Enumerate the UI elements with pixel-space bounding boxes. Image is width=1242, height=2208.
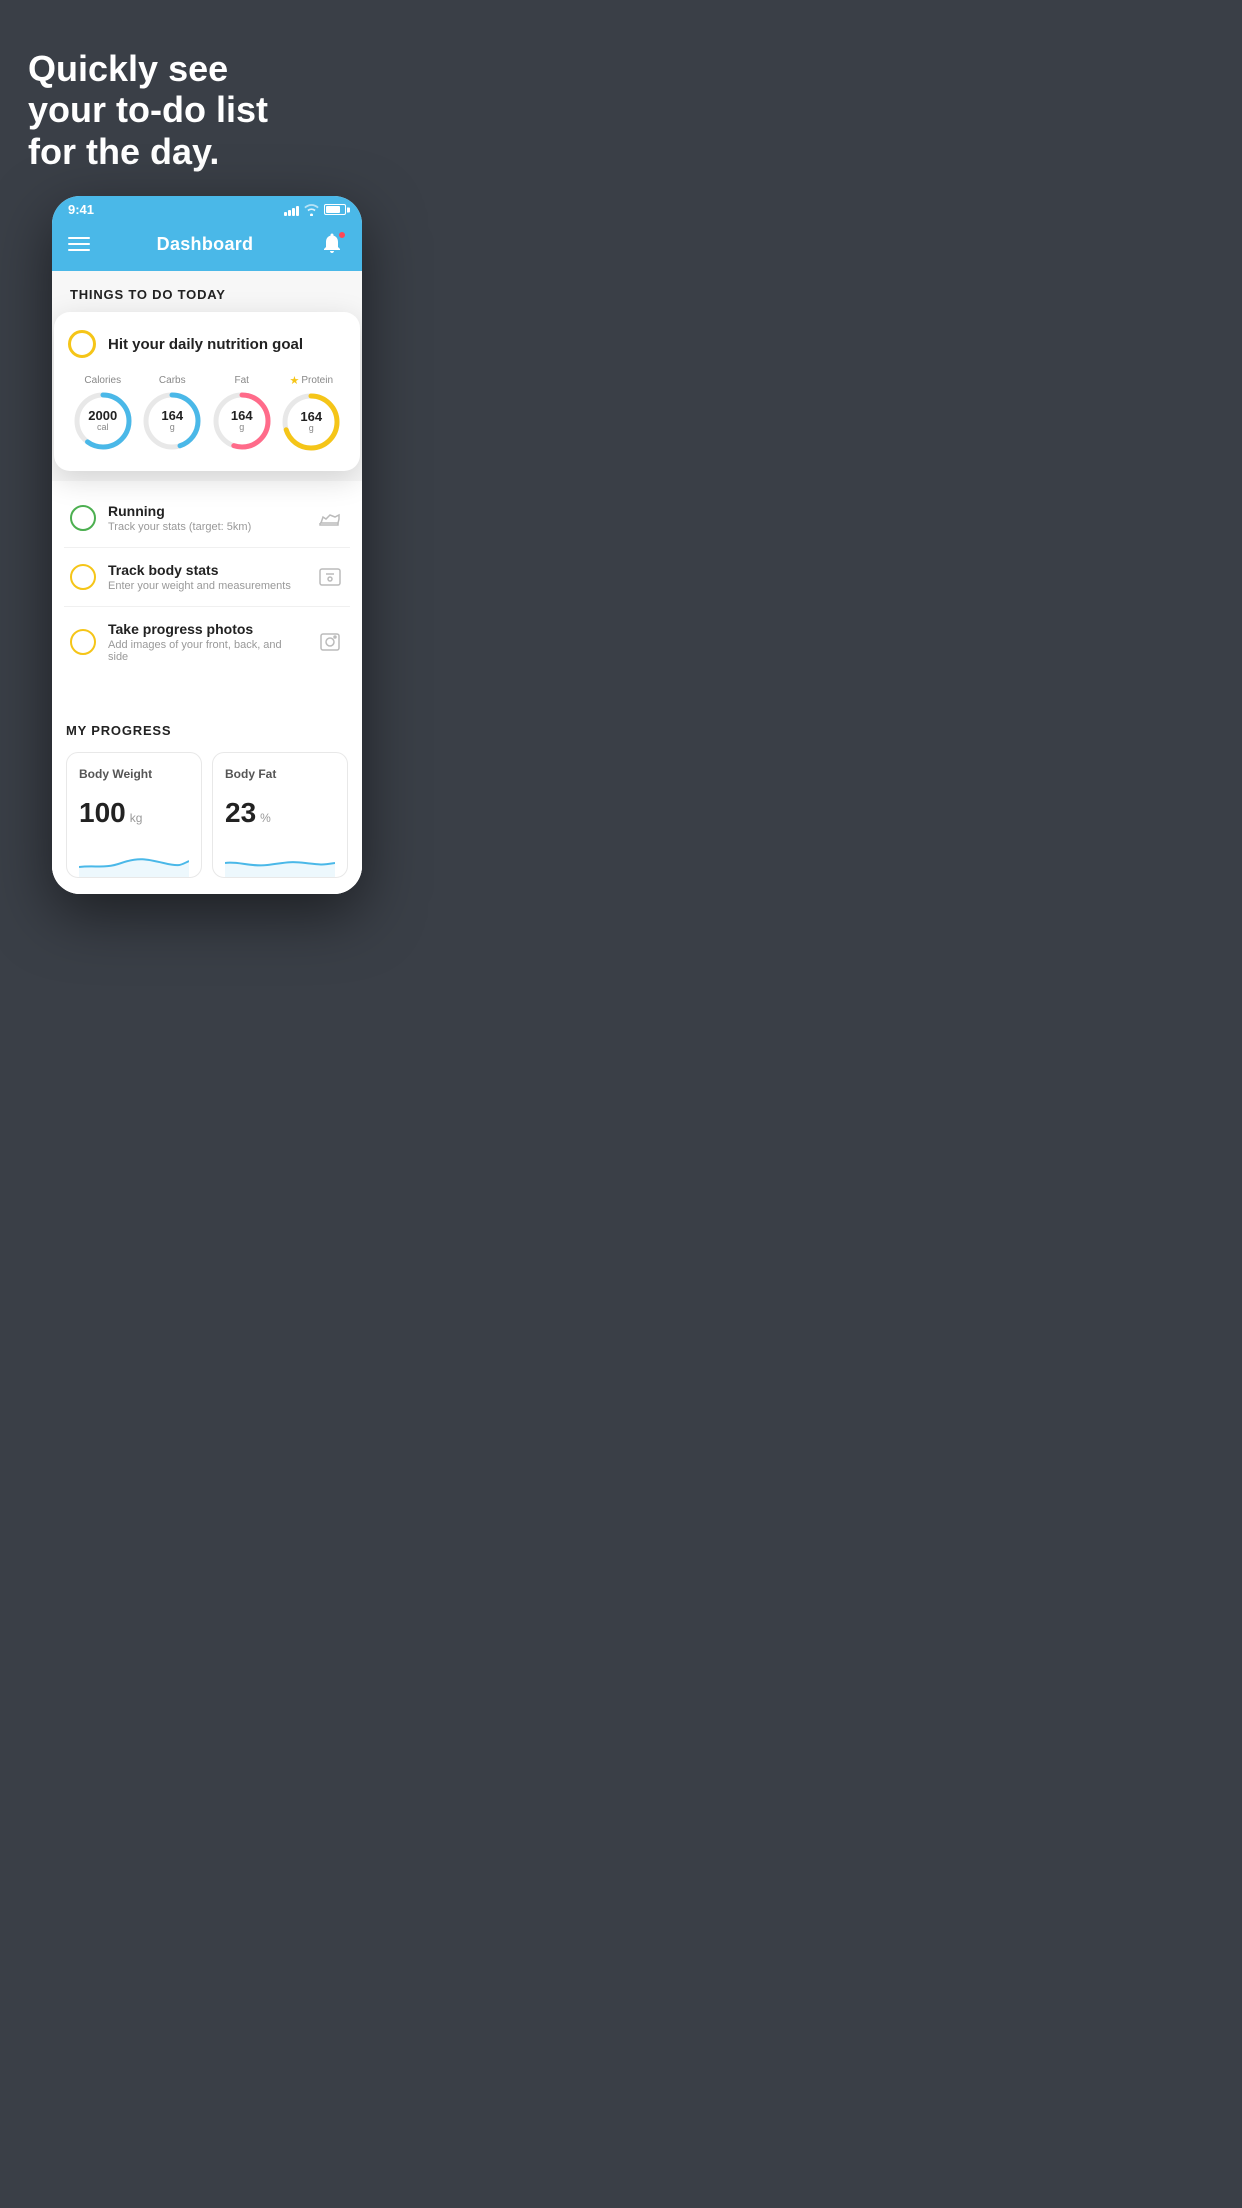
status-icons xyxy=(284,204,346,216)
calories-unit: cal xyxy=(88,423,117,433)
running-subtitle: Track your stats (target: 5km) xyxy=(108,521,304,533)
body-weight-unit: kg xyxy=(130,811,143,825)
todo-item-photos[interactable]: Take progress photos Add images of your … xyxy=(64,607,350,677)
body-fat-number: 23 xyxy=(225,797,256,829)
headline-text: Quickly seeyour to-do listfor the day. xyxy=(28,48,386,172)
body-stats-check-circle xyxy=(70,564,96,590)
nutrition-item-calories: Calories 2000 cal xyxy=(72,375,134,452)
body-weight-value-row: 100 kg xyxy=(79,797,189,829)
calories-label: Calories xyxy=(84,375,121,386)
things-todo-title: THINGS TO DO TODAY xyxy=(70,287,344,302)
status-bar: 9:41 xyxy=(52,196,362,221)
carbs-value: 164 xyxy=(161,409,183,423)
fat-label: Fat xyxy=(235,375,249,386)
body-fat-card[interactable]: Body Fat 23 % xyxy=(212,752,348,878)
todo-list: Running Track your stats (target: 5km) T… xyxy=(52,461,362,677)
notification-dot xyxy=(338,231,346,239)
running-title: Running xyxy=(108,503,304,519)
carbs-label: Carbs xyxy=(159,375,186,386)
section-header-things-todo: THINGS TO DO TODAY xyxy=(52,271,362,312)
nutrition-card-header: Hit your daily nutrition goal xyxy=(68,330,346,358)
body-stats-text: Track body stats Enter your weight and m… xyxy=(108,562,304,592)
star-icon: ★ xyxy=(289,374,299,387)
phone-mockup: 9:41 Dashb xyxy=(52,196,362,894)
body-fat-title: Body Fat xyxy=(225,767,335,781)
battery-icon xyxy=(324,204,346,215)
nutrition-card-title: Hit your daily nutrition goal xyxy=(108,336,303,353)
protein-label: ★ Protein xyxy=(289,374,333,387)
app-header: Dashboard xyxy=(52,221,362,271)
nutrition-card[interactable]: Hit your daily nutrition goal Calories xyxy=(54,312,360,471)
body-stats-title: Track body stats xyxy=(108,562,304,578)
body-weight-number: 100 xyxy=(79,797,126,829)
nutrition-item-protein: ★ Protein 164 g xyxy=(280,374,342,453)
nutrition-circles: Calories 2000 cal xyxy=(68,374,346,453)
body-fat-chart xyxy=(225,841,335,877)
progress-section-title: MY PROGRESS xyxy=(66,723,348,738)
protein-value: 164 xyxy=(300,410,322,424)
photos-text: Take progress photos Add images of your … xyxy=(108,621,304,663)
photos-subtitle: Add images of your front, back, and side xyxy=(108,639,304,663)
notifications-button[interactable] xyxy=(320,231,346,257)
carbs-unit: g xyxy=(161,423,183,433)
nutrition-item-fat: Fat 164 g xyxy=(211,375,273,452)
calories-circle: 2000 cal xyxy=(72,390,134,452)
protein-circle: 164 g xyxy=(280,391,342,453)
scale-icon xyxy=(316,563,344,591)
body-fat-unit: % xyxy=(260,811,271,825)
nutrition-check-circle xyxy=(68,330,96,358)
todo-item-running[interactable]: Running Track your stats (target: 5km) xyxy=(64,489,350,548)
menu-button[interactable] xyxy=(68,237,90,251)
fat-value: 164 xyxy=(231,409,253,423)
fat-circle: 164 g xyxy=(211,390,273,452)
nutrition-item-carbs: Carbs 164 g xyxy=(141,375,203,452)
shoe-icon xyxy=(316,504,344,532)
photos-check-circle xyxy=(70,629,96,655)
photo-icon xyxy=(316,628,344,656)
running-check-circle xyxy=(70,505,96,531)
fat-unit: g xyxy=(231,423,253,433)
body-fat-value-row: 23 % xyxy=(225,797,335,829)
carbs-circle: 164 g xyxy=(141,390,203,452)
running-text: Running Track your stats (target: 5km) xyxy=(108,503,304,533)
body-weight-card[interactable]: Body Weight 100 kg xyxy=(66,752,202,878)
progress-section: MY PROGRESS Body Weight 100 kg B xyxy=(52,705,362,894)
progress-cards: Body Weight 100 kg Body Fat 23 % xyxy=(66,752,348,894)
body-weight-title: Body Weight xyxy=(79,767,189,781)
photos-title: Take progress photos xyxy=(108,621,304,637)
wifi-icon xyxy=(304,204,319,216)
body-weight-chart xyxy=(79,841,189,877)
signal-icon xyxy=(284,204,299,216)
protein-unit: g xyxy=(300,424,322,434)
calories-value: 2000 xyxy=(88,409,117,423)
phone-content: THINGS TO DO TODAY Hit your daily nutrit… xyxy=(52,271,362,894)
time-display: 9:41 xyxy=(68,202,94,217)
hero-headline: Quickly seeyour to-do listfor the day. xyxy=(0,0,414,196)
header-title: Dashboard xyxy=(157,234,254,255)
body-stats-subtitle: Enter your weight and measurements xyxy=(108,580,304,592)
todo-item-body-stats[interactable]: Track body stats Enter your weight and m… xyxy=(64,548,350,607)
